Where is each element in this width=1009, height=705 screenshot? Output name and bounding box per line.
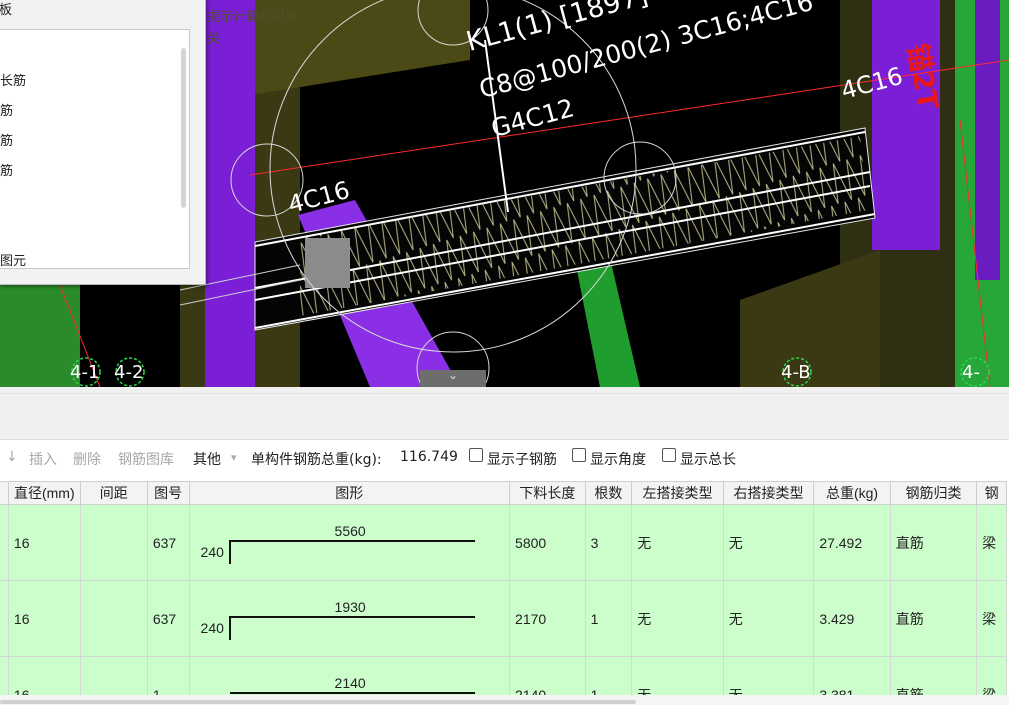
floating-panel: 板 长筋 筋 筋 筋 图元 bbox=[0, 0, 206, 285]
cell-count[interactable]: 1 bbox=[584, 656, 633, 695]
axis-label: 4- bbox=[962, 362, 980, 383]
cell-category[interactable]: 直筋 bbox=[889, 504, 978, 581]
faint-hint-text: 关 bbox=[207, 32, 221, 47]
splitter-area bbox=[0, 387, 1009, 440]
scrollbar-thumb[interactable] bbox=[0, 700, 636, 704]
cell-category[interactable]: 直筋 bbox=[889, 656, 978, 695]
rebar-table: 直径(mm) 间距 图号 图形 下料长度 根数 左搭接类型 右搭接类型 总重(k… bbox=[0, 481, 1009, 695]
purple-column-far bbox=[975, 0, 1000, 280]
rebar-shape-drawing bbox=[228, 616, 475, 640]
beam-support-block bbox=[305, 238, 350, 288]
axis-label: 4-B bbox=[781, 362, 811, 383]
column-header[interactable]: 直径(mm) bbox=[7, 481, 81, 505]
cell-count[interactable]: 1 bbox=[584, 580, 633, 657]
cell-count[interactable]: 3 bbox=[584, 504, 633, 581]
column-header[interactable]: 钢 bbox=[976, 481, 1007, 505]
cell-extra[interactable]: 梁 bbox=[976, 656, 1007, 695]
cell-weight[interactable]: 27.492 bbox=[813, 504, 891, 581]
column-header[interactable]: 下料长度 bbox=[509, 481, 586, 505]
cell-cut-length[interactable]: 5800 bbox=[509, 504, 586, 581]
cell-spacing[interactable] bbox=[79, 504, 148, 581]
rebar-toolbar: ↓ 插入 删除 钢筋图库 其他 ▾ 单构件钢筋总重(kg): 116.749 显… bbox=[0, 440, 1009, 480]
column-header[interactable]: 根数 bbox=[584, 481, 633, 505]
row-gutter bbox=[0, 504, 9, 581]
column-header[interactable]: 间距 bbox=[79, 481, 148, 505]
cell-figure-no[interactable]: 1 bbox=[146, 656, 190, 695]
show-angle-checkbox[interactable] bbox=[572, 448, 586, 462]
cell-right-lap[interactable]: 无 bbox=[722, 656, 815, 695]
show-sub-rebar-label[interactable]: 显示子钢筋 bbox=[487, 449, 557, 469]
rebar-shape-drawing bbox=[228, 540, 475, 564]
axis-label: 4-1 bbox=[70, 362, 100, 383]
cell-cut-length[interactable]: 2140 bbox=[509, 656, 586, 695]
table-row[interactable]: 16 637 1930 240 2170 1 无 无 3.429 直筋 梁 bbox=[0, 580, 1007, 657]
cell-figure-no[interactable]: 637 bbox=[146, 580, 190, 657]
column-header[interactable]: 右搭接类型 bbox=[722, 481, 815, 505]
table-row[interactable]: 16 1 2140 2140 1 无 无 3.381 直筋 梁 bbox=[0, 656, 1007, 695]
faint-hint-text: 提示计算机可用 bbox=[207, 10, 299, 25]
list-item[interactable]: 筋 bbox=[0, 100, 13, 119]
rebar-shape-drawing bbox=[229, 692, 475, 694]
cell-spacing[interactable] bbox=[79, 656, 148, 695]
list-item[interactable]: 筋 bbox=[0, 160, 13, 179]
other-menu-button[interactable]: 其他 bbox=[193, 449, 221, 469]
show-total-length-label[interactable]: 显示总长 bbox=[680, 449, 736, 469]
list-item[interactable]: 长筋 bbox=[0, 70, 26, 89]
cell-shape[interactable]: 2140 bbox=[188, 656, 511, 695]
cell-shape[interactable]: 1930 240 bbox=[188, 580, 511, 657]
chevron-down-icon[interactable]: ⌄ bbox=[448, 368, 458, 382]
panel-title: 板 bbox=[0, 3, 13, 18]
axis-label: 4-2 bbox=[114, 362, 144, 383]
move-down-icon[interactable]: ↓ bbox=[6, 449, 18, 465]
row-gutter bbox=[0, 580, 9, 657]
cell-weight[interactable]: 3.429 bbox=[813, 580, 891, 657]
cell-diameter[interactable]: 16 bbox=[7, 504, 81, 581]
table-header: 直径(mm) 间距 图号 图形 下料长度 根数 左搭接类型 右搭接类型 总重(k… bbox=[0, 481, 1007, 505]
horizontal-scrollbar[interactable] bbox=[0, 695, 1009, 705]
cell-left-lap[interactable]: 无 bbox=[631, 504, 724, 581]
column-header[interactable]: 图号 bbox=[146, 481, 190, 505]
row-gutter bbox=[0, 656, 9, 695]
total-weight-value: 116.749 bbox=[400, 449, 458, 465]
insert-button[interactable]: 插入 bbox=[29, 449, 57, 469]
column-header[interactable]: 钢筋归类 bbox=[889, 481, 978, 505]
show-angle-label[interactable]: 显示角度 bbox=[590, 449, 646, 469]
cell-extra[interactable]: 梁 bbox=[976, 504, 1007, 581]
purple-column-left bbox=[205, 0, 255, 387]
cell-left-lap[interactable]: 无 bbox=[631, 656, 724, 695]
3d-viewport[interactable]: KL1(1) [1897] 300*700 C8@100/200(2) 3C16… bbox=[0, 0, 1009, 387]
show-sub-rebar-checkbox[interactable] bbox=[469, 448, 483, 462]
column-header bbox=[0, 481, 9, 505]
cell-right-lap[interactable]: 无 bbox=[722, 504, 815, 581]
cell-shape[interactable]: 5560 240 bbox=[188, 504, 511, 581]
panel-scrollbar[interactable] bbox=[181, 48, 186, 208]
cell-diameter[interactable]: 16 bbox=[7, 580, 81, 657]
panel-list: 长筋 筋 筋 筋 图元 bbox=[0, 29, 190, 269]
cell-left-lap[interactable]: 无 bbox=[631, 580, 724, 657]
show-total-length-checkbox[interactable] bbox=[662, 448, 676, 462]
list-item[interactable]: 图元 bbox=[0, 250, 26, 269]
cell-right-lap[interactable]: 无 bbox=[722, 580, 815, 657]
column-header[interactable]: 图形 bbox=[188, 481, 511, 505]
rebar-library-button[interactable]: 钢筋图库 bbox=[118, 449, 174, 469]
cell-diameter[interactable]: 16 bbox=[7, 656, 81, 695]
list-item[interactable]: 筋 bbox=[0, 130, 13, 149]
chevron-down-icon[interactable]: ▾ bbox=[231, 451, 237, 464]
column-header[interactable]: 左搭接类型 bbox=[631, 481, 724, 505]
cell-figure-no[interactable]: 637 bbox=[146, 504, 190, 581]
delete-button[interactable]: 删除 bbox=[73, 449, 101, 469]
cell-weight[interactable]: 3.381 bbox=[813, 656, 891, 695]
cell-cut-length[interactable]: 2170 bbox=[509, 580, 586, 657]
table-row[interactable]: 16 637 5560 240 5800 3 无 无 27.492 直筋 梁 bbox=[0, 504, 1007, 581]
cell-extra[interactable]: 梁 bbox=[976, 580, 1007, 657]
purple-column-right bbox=[872, 0, 940, 250]
total-weight-label: 单构件钢筋总重(kg): bbox=[251, 452, 382, 468]
cell-spacing[interactable] bbox=[79, 580, 148, 657]
cell-category[interactable]: 直筋 bbox=[889, 580, 978, 657]
column-header[interactable]: 总重(kg) bbox=[813, 481, 891, 505]
